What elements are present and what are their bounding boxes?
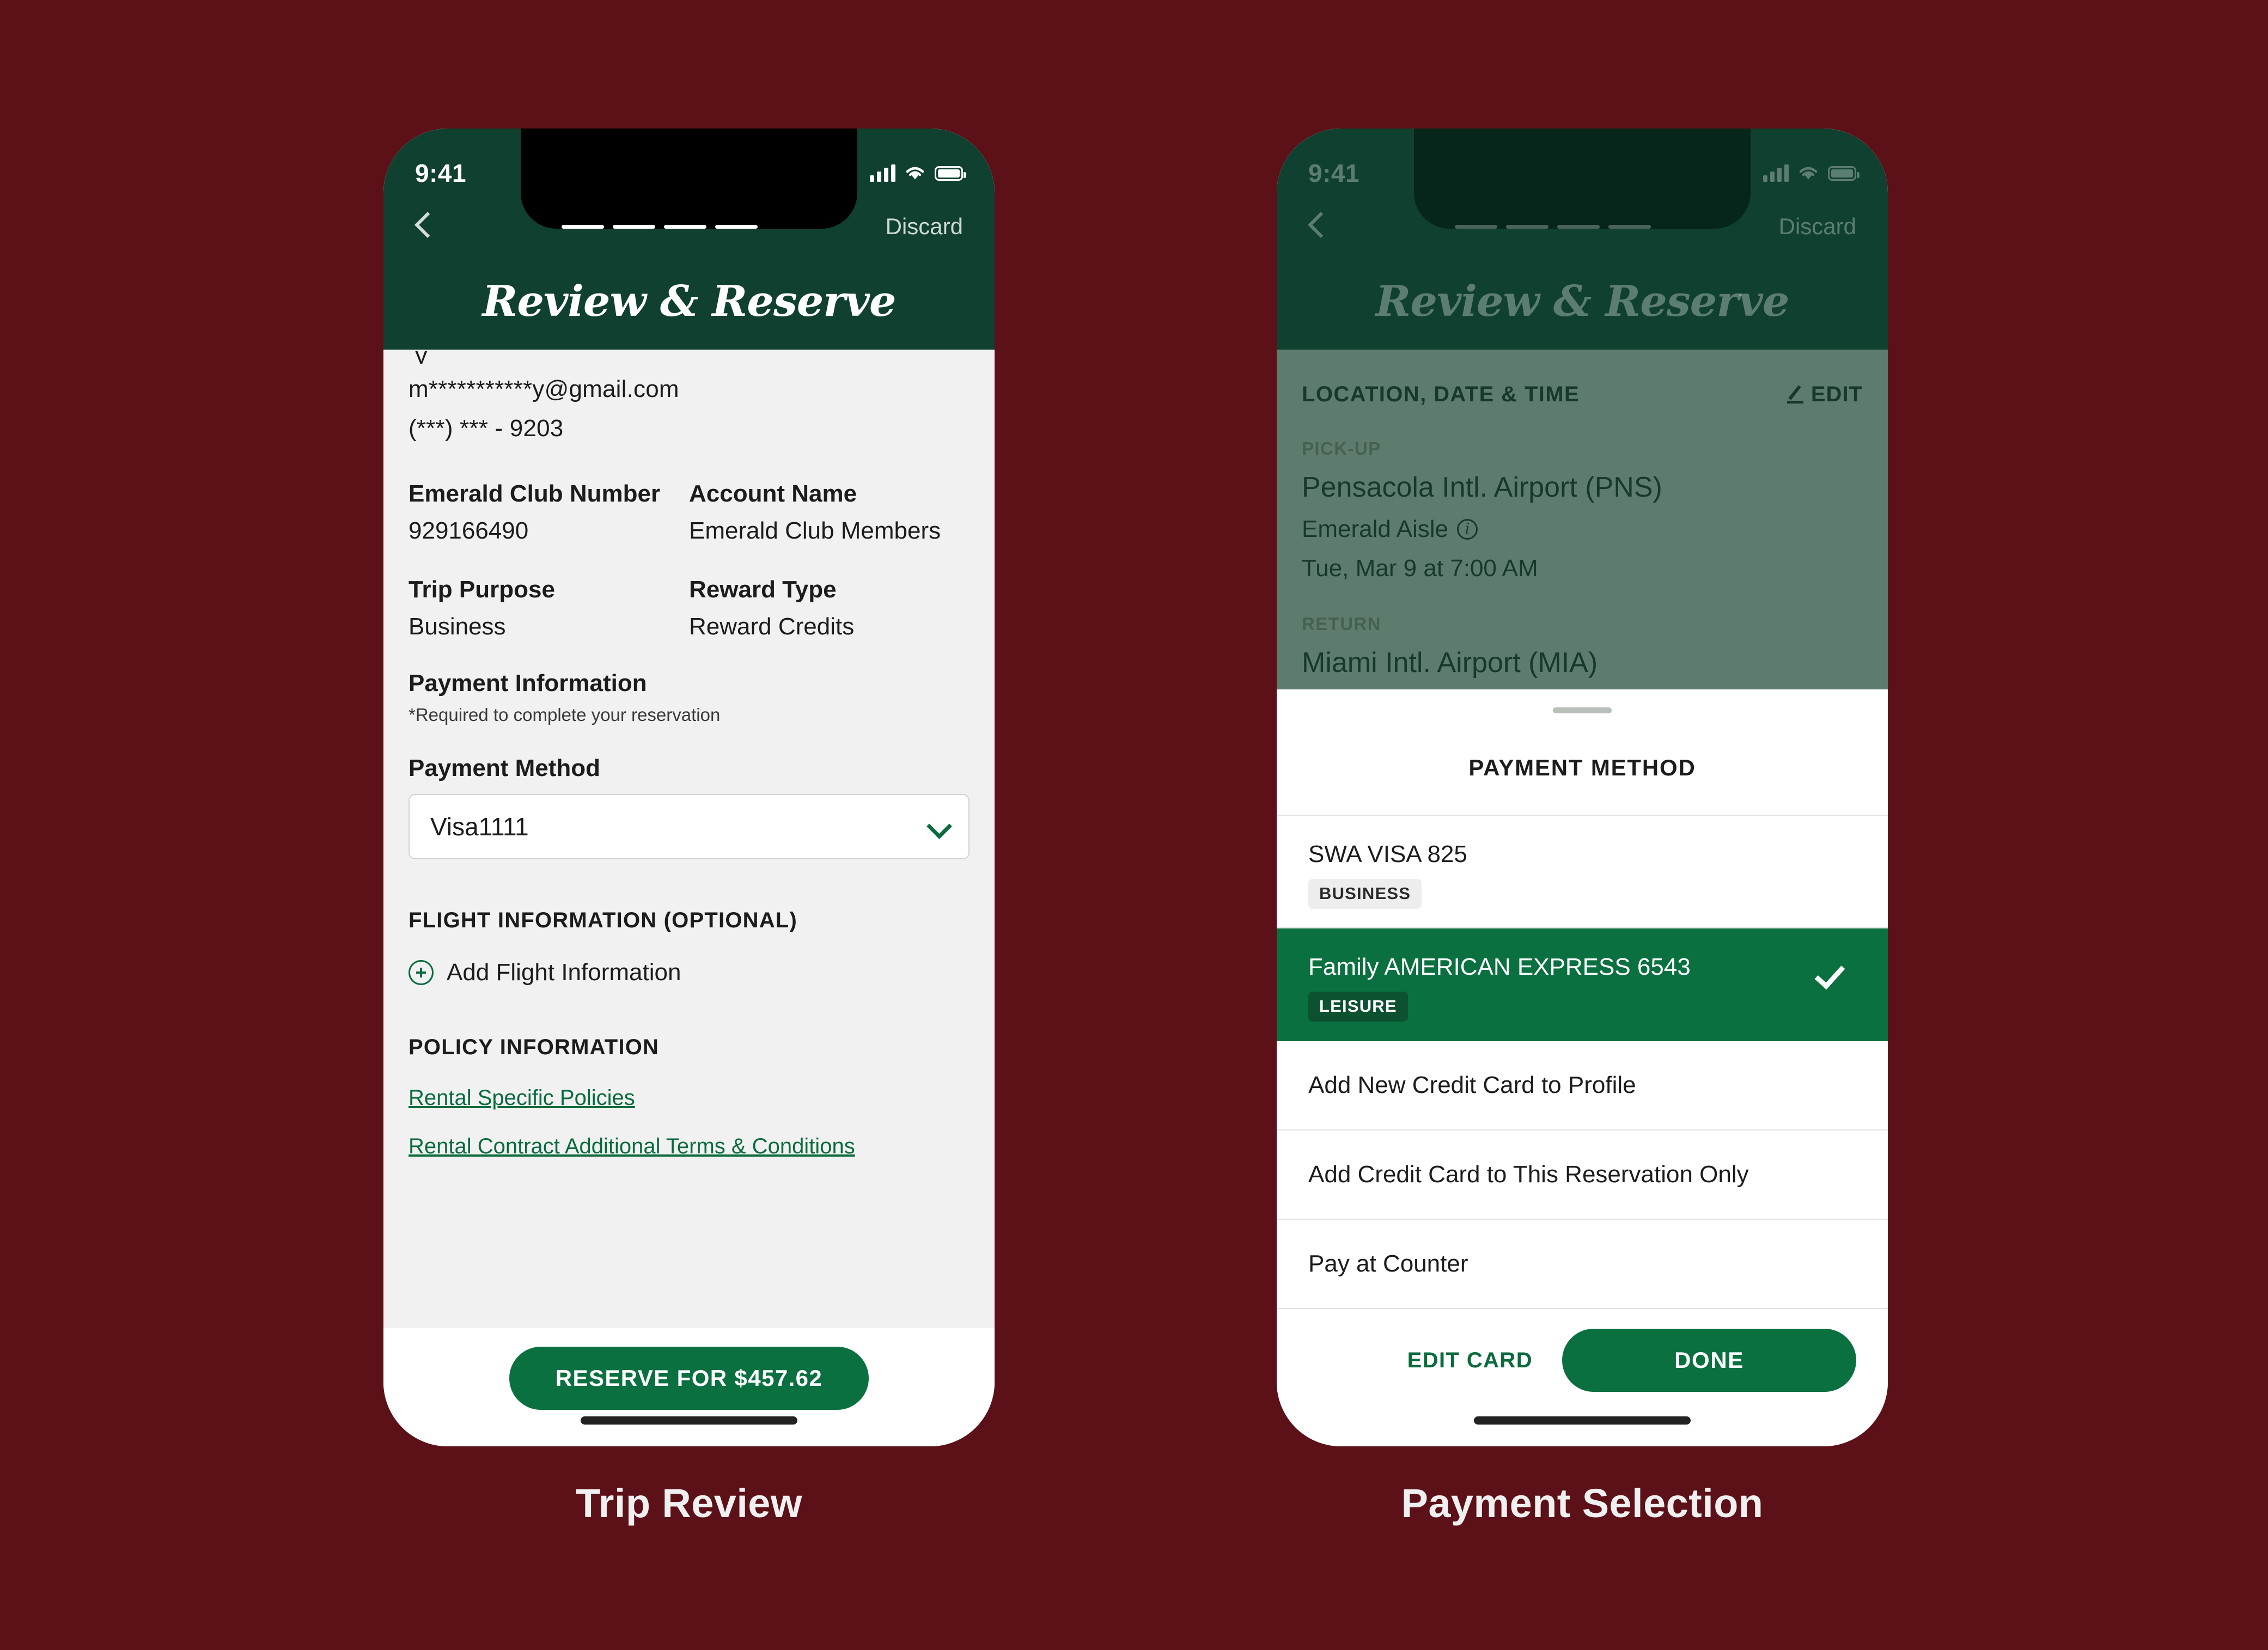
- payment-option-label: Add Credit Card to This Reservation Only: [1308, 1161, 1749, 1188]
- nav-row: Discard: [383, 199, 995, 254]
- status-icon-group: [870, 164, 966, 182]
- back-chevron-icon[interactable]: [415, 210, 434, 243]
- payment-option-swa-visa[interactable]: SWA VISA 825 BUSINESS: [1277, 816, 1888, 928]
- phone-trip-review: 9:41 Discard Review & Reserve y m*******…: [383, 129, 995, 1446]
- trip-review-content[interactable]: y m***********y@gmail.com (***) *** - 92…: [383, 350, 995, 1328]
- add-flight-information-label: Add Flight Information: [447, 959, 681, 986]
- payment-option-pay-at-counter[interactable]: Pay at Counter: [1277, 1220, 1888, 1309]
- status-time: 9:41: [415, 159, 467, 187]
- trip-review-footer: RESERVE FOR $457.62: [383, 1328, 995, 1446]
- payment-option-label: Family AMERICAN EXPRESS 6543: [1308, 954, 1691, 980]
- edit-card-button[interactable]: EDIT CARD: [1407, 1348, 1533, 1373]
- payment-method-value: Visa1111: [430, 812, 529, 841]
- location-date-time-title: LOCATION, DATE & TIME: [1302, 382, 1580, 406]
- payment-option-badge: LEISURE: [1308, 992, 1408, 1022]
- payment-option-label: Pay at Counter: [1308, 1250, 1468, 1277]
- plus-circle-icon: [409, 960, 434, 985]
- field-value-account-name: Emerald Club Members: [689, 517, 941, 544]
- clipped-name-line: y: [409, 350, 428, 364]
- field-value-trip-purpose: Business: [409, 613, 506, 640]
- payment-method-sheet: PAYMENT METHOD SWA VISA 825 BUSINESS Fam…: [1277, 689, 1888, 1446]
- home-indicator: [581, 1416, 797, 1425]
- sheet-title: PAYMENT METHOD: [1277, 755, 1888, 816]
- status-icon-group: [1763, 164, 1859, 182]
- app-header-dimmed: 9:41 Discard Review & Reserve: [1277, 129, 1888, 350]
- payment-method-label: Payment Method: [409, 755, 601, 781]
- chevron-down-icon: [929, 817, 948, 836]
- cellular-bars-icon: [870, 164, 895, 182]
- nav-row: Discard: [1277, 199, 1888, 254]
- edit-location-button[interactable]: EDIT: [1786, 382, 1863, 407]
- payment-option-label: Add New Credit Card to Profile: [1308, 1072, 1636, 1098]
- edit-label: EDIT: [1810, 382, 1863, 406]
- add-flight-information-button[interactable]: Add Flight Information: [409, 959, 970, 986]
- payment-option-family-amex[interactable]: Family AMERICAN EXPRESS 6543 LEISURE: [1277, 928, 1888, 1041]
- back-chevron-icon[interactable]: [1308, 210, 1327, 243]
- done-button[interactable]: DONE: [1562, 1329, 1856, 1392]
- field-label-trip-purpose: Trip Purpose: [409, 576, 555, 603]
- cellular-bars-icon: [1763, 164, 1789, 182]
- pickup-location: Pensacola Intl. Airport (PNS): [1302, 472, 1662, 503]
- progress-indicator: [561, 224, 758, 229]
- field-value-emerald-club-number: 929166490: [409, 517, 529, 544]
- pickup-aisle-label: Emerald Aisle: [1302, 516, 1449, 542]
- sheet-action-bar: EDIT CARD DONE: [1277, 1309, 1888, 1392]
- field-label-account-name: Account Name: [689, 480, 857, 507]
- battery-icon: [935, 166, 966, 181]
- return-location: Miami Intl. Airport (MIA): [1302, 647, 1598, 679]
- account-field-grid: Emerald Club Number Account Name 9291664…: [409, 480, 970, 662]
- payment-option-add-new-card-profile[interactable]: Add New Credit Card to Profile: [1277, 1041, 1888, 1130]
- status-bar: 9:41: [383, 129, 995, 199]
- phone-payment-selection: 9:41 Discard Review & Reserve LOCATION, …: [1277, 129, 1888, 1446]
- contact-email: m***********y@gmail.com: [409, 376, 679, 402]
- page-title: Review & Reserve: [482, 277, 897, 326]
- payment-option-badge: BUSINESS: [1308, 879, 1422, 909]
- payment-method-select[interactable]: Visa1111: [409, 794, 970, 859]
- reserve-button[interactable]: RESERVE FOR $457.62: [509, 1347, 869, 1410]
- status-time: 9:41: [1308, 159, 1360, 187]
- battery-icon: [1828, 166, 1859, 181]
- info-circle-icon[interactable]: [1457, 519, 1478, 540]
- pickup-aisle-row: Emerald Aisle: [1302, 516, 1863, 543]
- discard-button[interactable]: Discard: [886, 213, 963, 240]
- contact-phone: (***) *** - 9203: [409, 415, 564, 442]
- screen-payment-selection: 9:41 Discard Review & Reserve LOCATION, …: [1277, 129, 1888, 1446]
- comparison-board: 9:41 Discard Review & Reserve y m*******…: [0, 0, 2268, 1650]
- page-title: Review & Reserve: [1375, 277, 1790, 326]
- pencil-icon: [1786, 386, 1804, 404]
- policy-link-rental-contract-terms[interactable]: Rental Contract Additional Terms & Condi…: [409, 1134, 970, 1159]
- screen-trip-review: 9:41 Discard Review & Reserve y m*******…: [383, 129, 995, 1446]
- wifi-icon: [906, 167, 924, 180]
- flight-information-heading: FLIGHT INFORMATION (OPTIONAL): [409, 908, 797, 932]
- return-kicker: RETURN: [1302, 614, 1381, 634]
- payment-option-add-card-this-reservation[interactable]: Add Credit Card to This Reservation Only: [1277, 1130, 1888, 1220]
- discard-button[interactable]: Discard: [1779, 213, 1856, 240]
- wifi-icon: [1799, 167, 1818, 180]
- field-label-emerald-club-number: Emerald Club Number: [409, 480, 661, 507]
- caption-trip-review: Trip Review: [576, 1481, 802, 1526]
- home-indicator: [1474, 1416, 1691, 1425]
- caption-payment-selection: Payment Selection: [1401, 1481, 1764, 1526]
- payment-required-note: *Required to complete your reservation: [409, 705, 721, 725]
- status-bar: 9:41: [1277, 129, 1888, 199]
- location-date-time-header: LOCATION, DATE & TIME EDIT: [1302, 350, 1863, 407]
- check-icon: [1820, 958, 1852, 980]
- policy-information-heading: POLICY INFORMATION: [409, 1035, 660, 1059]
- policy-link-rental-specific[interactable]: Rental Specific Policies: [409, 1086, 970, 1110]
- field-value-reward-type: Reward Credits: [689, 613, 855, 640]
- pickup-kicker: PICK-UP: [1302, 438, 1381, 459]
- payment-option-label: SWA VISA 825: [1308, 841, 1467, 867]
- field-label-reward-type: Reward Type: [689, 576, 837, 603]
- app-header: 9:41 Discard Review & Reserve: [383, 129, 995, 350]
- pickup-datetime: Tue, Mar 9 at 7:00 AM: [1302, 555, 1538, 582]
- sheet-grabber[interactable]: [1553, 707, 1612, 713]
- progress-indicator: [1454, 224, 1651, 229]
- payment-information-title: Payment Information: [409, 670, 647, 696]
